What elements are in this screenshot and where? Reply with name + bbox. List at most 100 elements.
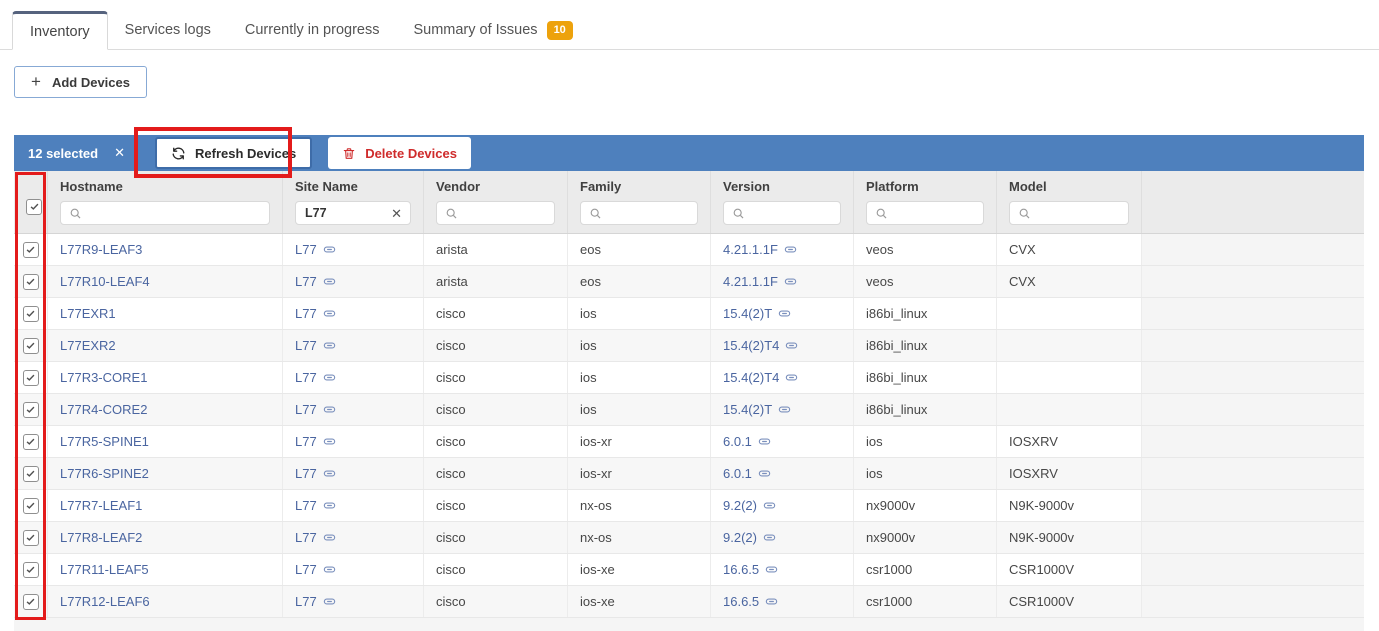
delete-devices-label: Delete Devices bbox=[365, 146, 457, 161]
table-row[interactable]: L77R11-LEAF5 L77 cisco ios-xe 16.6.5 csr… bbox=[14, 554, 1364, 586]
site-cell: L77 bbox=[283, 330, 424, 361]
row-checkbox[interactable] bbox=[23, 434, 39, 450]
version-link[interactable]: 15.4(2)T bbox=[723, 306, 772, 321]
table-row[interactable]: L77R7-LEAF1 L77 cisco nx-os 9.2(2) nx900… bbox=[14, 490, 1364, 522]
header-platform[interactable]: Platform bbox=[854, 171, 997, 233]
site-link[interactable]: L77 bbox=[295, 530, 317, 545]
row-checkbox[interactable] bbox=[23, 242, 39, 258]
hostname-link[interactable]: L77R9-LEAF3 bbox=[60, 242, 142, 257]
row-checkbox[interactable] bbox=[23, 402, 39, 418]
hostname-link[interactable]: L77R11-LEAF5 bbox=[60, 562, 149, 577]
select-all-checkbox[interactable] bbox=[26, 199, 42, 215]
version-link[interactable]: 4.21.1.1F bbox=[723, 274, 778, 289]
hostname-link[interactable]: L77R3-CORE1 bbox=[60, 370, 147, 385]
version-link[interactable]: 9.2(2) bbox=[723, 498, 757, 513]
header-spacer bbox=[1142, 171, 1364, 233]
hostname-link[interactable]: L77EXR1 bbox=[60, 306, 116, 321]
table-row[interactable]: L77EXR2 L77 cisco ios 15.4(2)T4 i86bi_li… bbox=[14, 330, 1364, 362]
header-family[interactable]: Family bbox=[568, 171, 711, 233]
add-devices-button[interactable]: + Add Devices bbox=[14, 66, 147, 98]
site-name-filter[interactable]: ✕ bbox=[295, 201, 411, 225]
table-row[interactable]: L77EXR1 L77 cisco ios 15.4(2)T i86bi_lin… bbox=[14, 298, 1364, 330]
table-row[interactable]: L77R10-LEAF4 L77 arista eos 4.21.1.1F ve… bbox=[14, 266, 1364, 298]
version-link[interactable]: 15.4(2)T4 bbox=[723, 370, 779, 385]
tab-currently-in-progress[interactable]: Currently in progress bbox=[228, 11, 397, 49]
row-checkbox[interactable] bbox=[23, 306, 39, 322]
clear-selection-icon[interactable]: ✕ bbox=[114, 145, 125, 161]
platform-cell: veos bbox=[854, 234, 997, 265]
row-checkbox[interactable] bbox=[23, 370, 39, 386]
table-row[interactable]: L77R6-SPINE2 L77 cisco ios-xr 6.0.1 ios … bbox=[14, 458, 1364, 490]
tab-inventory[interactable]: Inventory bbox=[12, 11, 108, 50]
site-link[interactable]: L77 bbox=[295, 498, 317, 513]
site-link[interactable]: L77 bbox=[295, 242, 317, 257]
site-link[interactable]: L77 bbox=[295, 434, 317, 449]
table-row[interactable]: L77R9-LEAF3 L77 arista eos 4.21.1.1F veo… bbox=[14, 234, 1364, 266]
row-checkbox[interactable] bbox=[23, 274, 39, 290]
row-checkbox[interactable] bbox=[23, 562, 39, 578]
site-link[interactable]: L77 bbox=[295, 562, 317, 577]
platform-filter[interactable] bbox=[866, 201, 984, 225]
tab-services-logs[interactable]: Services logs bbox=[108, 11, 228, 49]
version-filter[interactable] bbox=[723, 201, 841, 225]
header-version[interactable]: Version bbox=[711, 171, 854, 233]
hostname-link[interactable]: L77R7-LEAF1 bbox=[60, 498, 142, 513]
tab-summary-of-issues[interactable]: Summary of Issues 10 bbox=[396, 11, 589, 49]
header-hostname[interactable]: Hostname bbox=[48, 171, 283, 233]
hostname-cell: L77R6-SPINE2 bbox=[48, 458, 283, 489]
hostname-filter-input[interactable] bbox=[61, 206, 269, 220]
version-link[interactable]: 6.0.1 bbox=[723, 434, 752, 449]
table-row[interactable]: L77R12-LEAF6 L77 cisco ios-xe 16.6.5 csr… bbox=[14, 586, 1364, 618]
hostname-link[interactable]: L77R12-LEAF6 bbox=[60, 594, 150, 609]
model-filter[interactable] bbox=[1009, 201, 1129, 225]
version-cell: 4.21.1.1F bbox=[711, 234, 854, 265]
hostname-filter[interactable] bbox=[60, 201, 270, 225]
hostname-link[interactable]: L77R10-LEAF4 bbox=[60, 274, 150, 289]
hostname-link[interactable]: L77R4-CORE2 bbox=[60, 402, 147, 417]
check-icon bbox=[25, 244, 36, 255]
table-row[interactable]: L77R5-SPINE1 L77 cisco ios-xr 6.0.1 ios … bbox=[14, 426, 1364, 458]
link-icon bbox=[784, 275, 797, 288]
hostname-link[interactable]: L77R6-SPINE2 bbox=[60, 466, 149, 481]
row-checkbox[interactable] bbox=[23, 498, 39, 514]
table-row[interactable]: L77R3-CORE1 L77 cisco ios 15.4(2)T4 i86b… bbox=[14, 362, 1364, 394]
row-checkbox[interactable] bbox=[23, 530, 39, 546]
version-link[interactable]: 16.6.5 bbox=[723, 594, 759, 609]
site-link[interactable]: L77 bbox=[295, 370, 317, 385]
site-link[interactable]: L77 bbox=[295, 338, 317, 353]
version-link[interactable]: 9.2(2) bbox=[723, 530, 757, 545]
clear-filter-icon[interactable]: ✕ bbox=[391, 205, 402, 222]
link-icon bbox=[784, 243, 797, 256]
version-link[interactable]: 15.4(2)T bbox=[723, 402, 772, 417]
link-icon bbox=[323, 467, 336, 480]
row-checkbox[interactable] bbox=[23, 466, 39, 482]
header-vendor[interactable]: Vendor bbox=[424, 171, 568, 233]
delete-devices-button[interactable]: Delete Devices bbox=[328, 137, 471, 169]
issues-count-badge: 10 bbox=[547, 21, 573, 40]
site-link[interactable]: L77 bbox=[295, 594, 317, 609]
version-cell: 4.21.1.1F bbox=[711, 266, 854, 297]
link-icon bbox=[323, 339, 336, 352]
family-cell: ios bbox=[568, 394, 711, 425]
row-checkbox[interactable] bbox=[23, 338, 39, 354]
header-site-name[interactable]: Site Name ✕ bbox=[283, 171, 424, 233]
hostname-link[interactable]: L77EXR2 bbox=[60, 338, 116, 353]
family-cell: ios-xr bbox=[568, 458, 711, 489]
hostname-link[interactable]: L77R5-SPINE1 bbox=[60, 434, 149, 449]
refresh-devices-button[interactable]: Refresh Devices bbox=[155, 137, 312, 169]
table-row[interactable]: L77R4-CORE2 L77 cisco ios 15.4(2)T i86bi… bbox=[14, 394, 1364, 426]
site-link[interactable]: L77 bbox=[295, 402, 317, 417]
family-filter[interactable] bbox=[580, 201, 698, 225]
site-link[interactable]: L77 bbox=[295, 466, 317, 481]
hostname-link[interactable]: L77R8-LEAF2 bbox=[60, 530, 142, 545]
header-model[interactable]: Model bbox=[997, 171, 1142, 233]
version-link[interactable]: 16.6.5 bbox=[723, 562, 759, 577]
version-link[interactable]: 6.0.1 bbox=[723, 466, 752, 481]
vendor-filter[interactable] bbox=[436, 201, 555, 225]
version-link[interactable]: 15.4(2)T4 bbox=[723, 338, 779, 353]
version-link[interactable]: 4.21.1.1F bbox=[723, 242, 778, 257]
row-checkbox[interactable] bbox=[23, 594, 39, 610]
site-link[interactable]: L77 bbox=[295, 306, 317, 321]
table-row[interactable]: L77R8-LEAF2 L77 cisco nx-os 9.2(2) nx900… bbox=[14, 522, 1364, 554]
site-link[interactable]: L77 bbox=[295, 274, 317, 289]
